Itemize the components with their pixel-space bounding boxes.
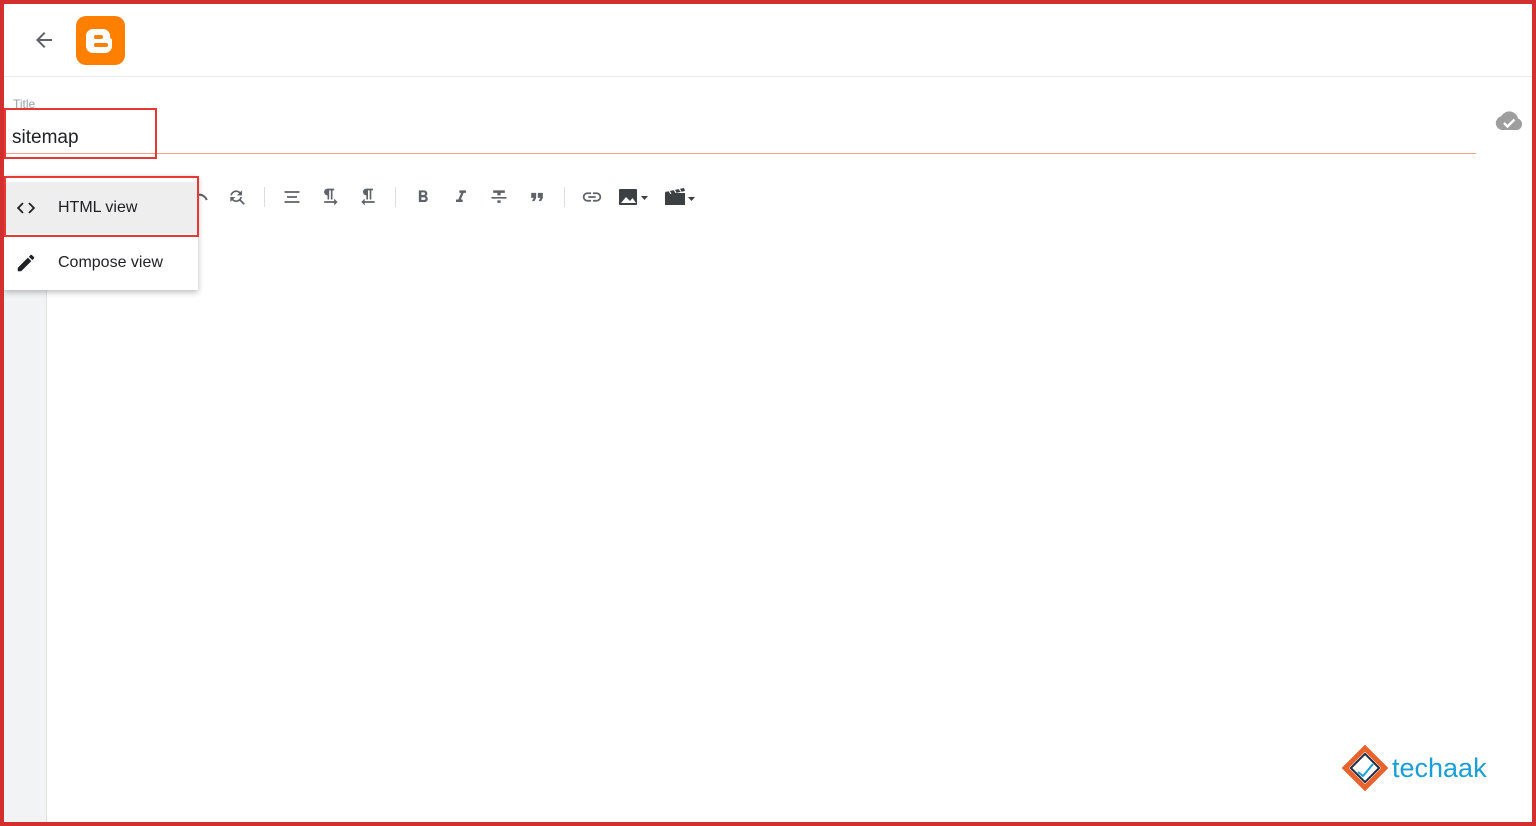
toolbar-divider [395,187,396,207]
insert-image-button[interactable] [614,181,654,213]
insert-video-icon [665,188,695,205]
techaak-logo-icon [1342,745,1388,791]
html-editor-gutter [4,290,47,822]
rtl-paragraph-icon [361,188,375,206]
italic-icon [456,190,466,202]
italic-button[interactable] [445,181,477,213]
title-highlight-box [4,108,157,159]
menu-item-compose-view[interactable]: Compose view [4,237,198,289]
arrow-left-icon [36,32,52,48]
find-replace-button[interactable] [221,181,253,213]
strikethrough-icon [491,190,507,203]
ltr-paragraph-icon [324,188,338,206]
toolbar-divider [264,187,265,207]
rtl-paragraph-button[interactable] [352,181,384,213]
quote-button[interactable] [521,181,553,213]
bold-button[interactable] [407,181,439,213]
formatting-toolbar [180,180,703,214]
html-view-highlight-box [4,176,199,237]
ltr-paragraph-button[interactable] [314,181,346,213]
link-button[interactable] [576,181,608,213]
insert-video-button[interactable] [660,181,700,213]
blogger-logo-icon[interactable] [76,16,125,65]
align-icon [284,191,300,203]
cloud-check-icon [1493,108,1525,139]
toolbar-divider [564,187,565,207]
insert-image-icon [619,189,648,205]
link-icon [582,192,602,202]
strikethrough-button[interactable] [483,181,515,213]
techaak-watermark: techaak [1342,745,1487,791]
align-button[interactable] [276,181,308,213]
title-underline [4,153,1476,154]
quote-icon [531,192,543,202]
top-app-bar [4,4,1532,77]
menu-item-label: Compose view [58,254,163,271]
pencil-icon [6,252,46,274]
back-button[interactable] [28,24,60,56]
find-replace-icon [230,190,245,205]
techaak-wordmark: techaak [1392,752,1487,783]
bold-icon [418,190,428,202]
